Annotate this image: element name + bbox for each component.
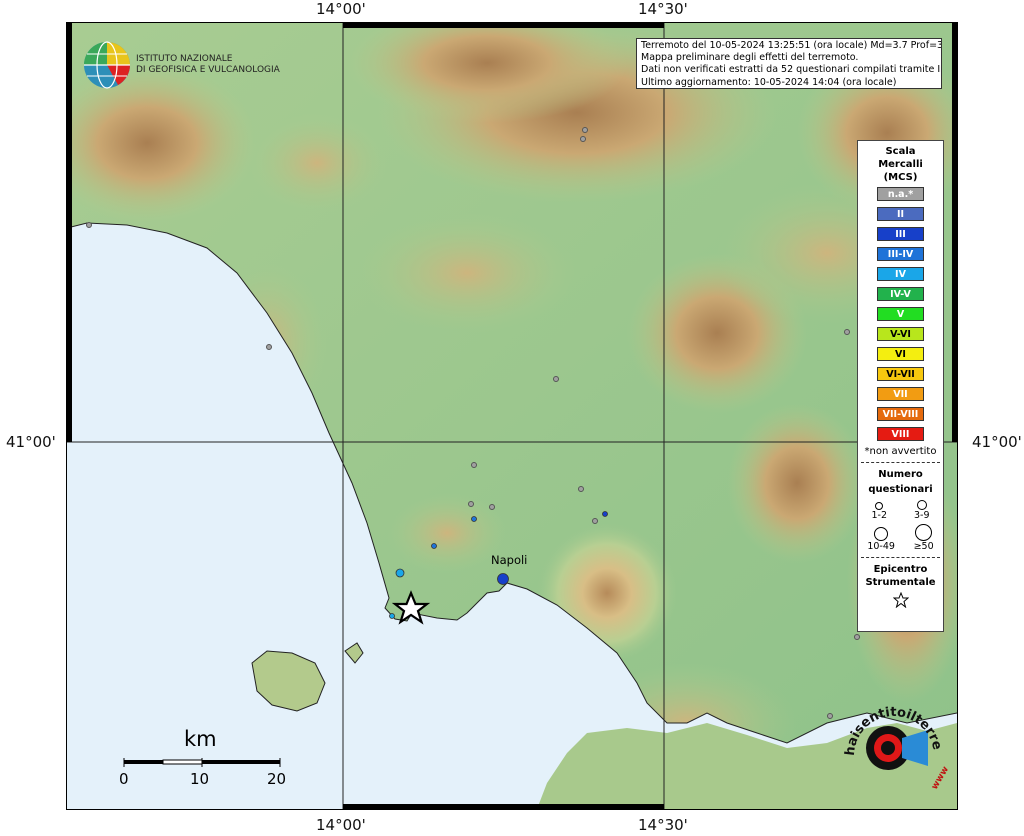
legend-title-2: Mercalli: [878, 159, 923, 170]
scale-tick-0: 0: [119, 770, 129, 788]
count-circle-small-icon: [875, 502, 884, 510]
scale-tick-20: 20: [267, 770, 287, 788]
count-label-3: 10-49: [867, 541, 895, 552]
mercalli-swatch: VIII: [877, 427, 924, 441]
lon-label-top-left: 14°00': [316, 0, 366, 18]
city-label-napoli: Napoli: [491, 553, 528, 567]
count-label-4: ≥50: [913, 541, 934, 552]
ingv-globe-icon: [84, 41, 130, 89]
epicenter-title-1: Epicentro: [873, 564, 928, 575]
count-label-1: 1-2: [871, 510, 888, 521]
info-line-1: Terremoto del 10-05-2024 13:25:51 (ora l…: [641, 40, 942, 51]
legend-divider: [861, 557, 940, 558]
lon-label-bottom-left: 14°00': [316, 816, 366, 834]
count-circle-xlarge-icon: [915, 524, 933, 541]
mercalli-swatch: VII-VIII: [877, 407, 924, 421]
count-circle-medium-icon: [916, 500, 927, 510]
lon-label-bottom-right: 14°30': [638, 816, 688, 834]
info-line-3: Dati non verificati estratti da 52 quest…: [641, 64, 941, 76]
mercalli-swatch: V: [877, 307, 924, 321]
ingv-name-line1: ISTITUTO NAZIONALE: [136, 54, 233, 64]
count-circle-large-icon: [874, 527, 889, 541]
haisentito-logo[interactable]: haisentitoilterremoto.it www: [829, 687, 952, 798]
count-label-2: 3-9: [913, 510, 930, 521]
haisentito-www-text: www: [930, 765, 951, 792]
legend-title-3: (MCS): [883, 172, 918, 183]
legend-divider: [861, 462, 940, 463]
earthquake-info-box: Terremoto del 10-05-2024 13:25:51 (ora l…: [636, 38, 942, 89]
legend-panel: Scala Mercalli (MCS) n.a.* II III III-IV IV I…: [857, 140, 944, 632]
mercalli-scale: n.a.* II III III-IV IV IV-V V V-VI VI VI-VII VII VI…: [858, 187, 943, 441]
ingv-name-line2: DI GEOFISICA E VULCANOLOGIA: [136, 65, 280, 75]
map-area[interactable]: [66, 22, 958, 810]
mercalli-swatch: III: [877, 227, 924, 241]
mercalli-swatch: VI: [877, 347, 924, 361]
lat-label-right: 41°00': [972, 433, 1022, 451]
lon-label-top-right: 14°30': [638, 0, 688, 18]
ingv-logo: ISTITUTO NAZIONALE DI GEOFISICA E VULCAN…: [82, 40, 280, 90]
mercalli-swatch: II: [877, 207, 924, 221]
lat-label-left: 41°00': [6, 433, 56, 451]
count-title-1: Numero: [878, 469, 923, 480]
mercalli-swatch: III-IV: [877, 247, 924, 261]
mercalli-swatch: IV: [877, 267, 924, 281]
terrain-map: [67, 23, 957, 809]
mercalli-swatch: IV-V: [877, 287, 924, 301]
scale-bar: km 0 10 20: [118, 727, 298, 797]
mercalli-swatch: VI-VII: [877, 367, 924, 381]
info-line-4: Ultimo aggiornamento: 10-05-2024 14:04 (…: [641, 76, 897, 88]
mercalli-swatch: V-VI: [877, 327, 924, 341]
info-line-2: Mappa preliminare degli effetti del terr…: [641, 52, 859, 64]
scale-tick-10: 10: [190, 770, 210, 788]
mercalli-swatch: VII: [877, 387, 924, 401]
count-title-2: questionari: [868, 484, 933, 495]
mercalli-swatch: n.a.*: [877, 187, 924, 201]
legend-note: *non avvertito: [864, 446, 937, 457]
epicenter-star-icon: [892, 591, 909, 609]
legend-title-1: Scala: [885, 146, 916, 157]
haisentito-logo-graphic: haisentitoilterremoto.it www: [829, 687, 951, 792]
epicenter-title-2: Strumentale: [865, 577, 936, 588]
